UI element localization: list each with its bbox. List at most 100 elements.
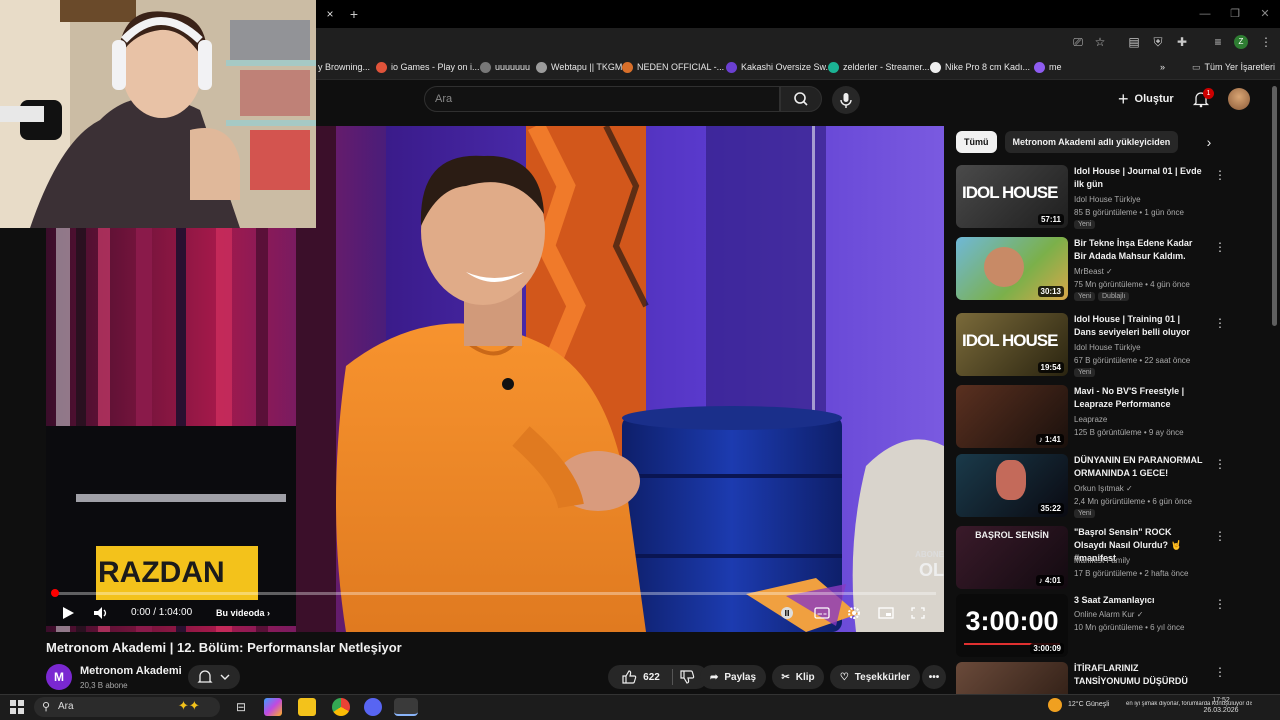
all-bookmarks-button[interactable]: ▭ Tüm Yer İşaretleri	[1192, 59, 1275, 75]
minimize-icon[interactable]: —	[1190, 5, 1220, 23]
close-tab-button[interactable]: ×	[322, 6, 338, 22]
recommendation-channel[interactable]: Leapraze	[1074, 415, 1107, 424]
clock-time[interactable]: 17:52	[1196, 697, 1246, 704]
more-options-icon[interactable]: ⋮	[1214, 239, 1226, 255]
more-options-icon[interactable]: ⋮	[1214, 167, 1226, 183]
recommendation-channel[interactable]: Idol House Türkiye	[1074, 195, 1141, 204]
more-options-icon[interactable]: ⋮	[1214, 315, 1226, 331]
obs-icon[interactable]	[394, 698, 418, 716]
chapter-button[interactable]: Bu videoda ›	[216, 603, 270, 623]
recommendation-thumbnail[interactable]: ♪ 1:41	[956, 385, 1068, 448]
recommendation-item[interactable]: 35:22 DÜNYANIN EN PARANORMAL ORMANINDA 1…	[956, 454, 1232, 520]
file-explorer-icon[interactable]	[298, 698, 316, 716]
recommendation-title[interactable]: Idol House | Journal 01 | Evde ilk gün	[1074, 165, 1204, 191]
recommendation-item[interactable]: 30:13 Bir Tekne İnşa Edene Kadar Bir Ada…	[956, 237, 1232, 303]
volume-button[interactable]	[92, 603, 110, 623]
bookmark-item[interactable]: io Games - Play on i...	[376, 59, 480, 75]
voice-search-button[interactable]	[832, 86, 860, 114]
extension-icon[interactable]: ▤	[1126, 34, 1142, 50]
recommendation-thumbnail[interactable]: IDOL HOUSE 19:54	[956, 313, 1068, 376]
recommendation-item[interactable]: 3:00:00 3:00:09 3 Saat Zamanlayıcı Onlin…	[956, 594, 1232, 660]
fullscreen-button[interactable]	[910, 603, 926, 623]
play-button[interactable]	[60, 603, 76, 623]
bookmark-item[interactable]: uuuuuuu	[480, 59, 530, 75]
verified-icon: ✓	[1126, 484, 1133, 493]
bookmark-item[interactable]: Kakashi Oversize Sw...	[726, 59, 833, 75]
video-duration: 3:00:09	[1030, 643, 1064, 654]
create-button[interactable]: + Oluştur	[1118, 88, 1174, 110]
more-actions-button[interactable]: •••	[922, 665, 946, 689]
discord-icon[interactable]	[364, 698, 382, 716]
profile-icon[interactable]: Z	[1234, 35, 1248, 49]
bookmark-star-icon[interactable]: ☆	[1092, 34, 1108, 50]
subtitles-button[interactable]	[814, 603, 830, 623]
recommendation-item[interactable]: BAŞROL SENSİN ♪ 4:01 "Başrol Sensin" ROC…	[956, 526, 1232, 592]
subscribed-button[interactable]	[188, 665, 240, 689]
cast-icon[interactable]: ⎚	[1070, 34, 1086, 50]
bookmark-item[interactable]: y Browning...	[318, 59, 370, 75]
recommendation-title[interactable]: İTİRAFLARINIZ TANSİYONUMU DÜŞÜRDÜ	[1074, 662, 1204, 688]
recommendation-thumbnail[interactable]: 3:00:00 3:00:09	[956, 594, 1068, 657]
bookmark-item[interactable]: Webtapu || TKGM	[536, 59, 622, 75]
close-window-icon[interactable]: ✕	[1250, 5, 1280, 23]
search-input[interactable]: Ara	[424, 86, 780, 112]
progress-scrubber[interactable]	[51, 589, 59, 597]
recommendation-thumbnail[interactable]: 35:22	[956, 454, 1068, 517]
recommendation-item[interactable]: IDOL HOUSE 57:11 Idol House | Journal 01…	[956, 165, 1232, 231]
recommendation-channel[interactable]: Orkun Işıtmak ✓	[1074, 484, 1133, 493]
recommendation-thumbnail[interactable]: BAŞROL SENSİN ♪ 4:01	[956, 526, 1068, 589]
recommendation-title[interactable]: Bir Tekne İnşa Edene Kadar Bir Adada Mah…	[1074, 237, 1204, 263]
chip-all[interactable]: Tümü	[956, 131, 997, 153]
recommendation-item[interactable]: ♪ 1:41 Mavi - No BV'S Freestyle | Leapra…	[956, 385, 1232, 451]
bookmarks-overflow-button[interactable]: »	[1160, 59, 1165, 75]
search-button[interactable]	[780, 86, 822, 112]
recommendation-title[interactable]: DÜNYANIN EN PARANORMAL ORMANINDA 1 GECE!	[1074, 454, 1204, 480]
settings-button[interactable]	[846, 603, 862, 623]
channel-avatar[interactable]: M	[46, 664, 72, 690]
recommendation-item[interactable]: IDOL HOUSE 19:54 Idol House | Training 0…	[956, 313, 1232, 379]
channel-name[interactable]: Metronom Akademi	[80, 665, 182, 677]
bookmark-item[interactable]: zelderler - Streamer...	[828, 59, 930, 75]
clock-date[interactable]: 26.03.2026	[1196, 707, 1246, 714]
bookmark-item[interactable]: me	[1034, 59, 1062, 75]
recommendation-channel[interactable]: MrBeast ✓	[1074, 267, 1113, 276]
recommendation-title[interactable]: 3 Saat Zamanlayıcı	[1074, 594, 1204, 607]
shield-icon[interactable]: ⛨	[1150, 34, 1166, 50]
thanks-button[interactable]: ♡ Teşekkürler	[830, 665, 920, 689]
account-avatar[interactable]	[1228, 88, 1250, 110]
maximize-icon[interactable]: ❐	[1220, 5, 1250, 23]
share-button[interactable]: ➦ Paylaş	[700, 665, 766, 689]
recommendation-item[interactable]: İTİRAFLARINIZ TANSİYONUMU DÜŞÜRDÜ ⋮	[956, 662, 1232, 694]
page-scrollbar[interactable]	[1272, 86, 1277, 326]
more-options-icon[interactable]: ⋮	[1214, 528, 1226, 544]
playlist-icon[interactable]: ≡	[1210, 34, 1226, 50]
new-tab-button[interactable]: +	[346, 6, 362, 22]
task-view-icon[interactable]: ⊟	[232, 698, 250, 716]
progress-bar[interactable]	[54, 592, 936, 595]
autoplay-toggle[interactable]	[780, 603, 794, 623]
recommendation-channel[interactable]: Idol House Türkiye	[1074, 343, 1141, 352]
kebab-menu-icon[interactable]: ⋮	[1258, 34, 1274, 50]
bookmark-favicon	[1034, 61, 1045, 73]
recommendation-channel[interactable]: Manifest Family	[1074, 556, 1130, 565]
chrome-icon[interactable]	[332, 698, 350, 716]
more-options-icon[interactable]: ⋮	[1214, 664, 1226, 680]
copilot-icon[interactable]	[264, 698, 282, 716]
recommendation-title[interactable]: Idol House | Training 01 | Dans seviyele…	[1074, 313, 1204, 339]
more-options-icon[interactable]: ⋮	[1214, 596, 1226, 612]
clip-button[interactable]: ✂ Klip	[772, 665, 824, 689]
more-options-icon[interactable]: ⋮	[1214, 456, 1226, 472]
recommendation-channel[interactable]: Online Alarm Kur ✓	[1074, 610, 1143, 619]
recommendation-thumbnail[interactable]: IDOL HOUSE 57:11	[956, 165, 1068, 228]
recommendation-thumbnail[interactable]: 30:13	[956, 237, 1068, 300]
like-button[interactable]: 622	[608, 665, 708, 689]
windows-start-icon[interactable]	[10, 700, 24, 714]
recommendation-title[interactable]: Mavi - No BV'S Freestyle | Leapraze Perf…	[1074, 385, 1204, 411]
chevron-right-icon[interactable]: ›	[1202, 134, 1216, 150]
miniplayer-button[interactable]	[878, 603, 894, 623]
bookmark-item[interactable]: NEDEN OFFICIAL -...	[622, 59, 724, 75]
bookmark-item[interactable]: Nike Pro 8 cm Kadı...	[930, 59, 1030, 75]
recommendation-thumbnail[interactable]	[956, 662, 1068, 694]
chip-from-uploader[interactable]: Metronom Akademi adlı yükleyiciden	[1004, 131, 1179, 153]
puzzle-icon[interactable]: ✚	[1174, 34, 1190, 50]
